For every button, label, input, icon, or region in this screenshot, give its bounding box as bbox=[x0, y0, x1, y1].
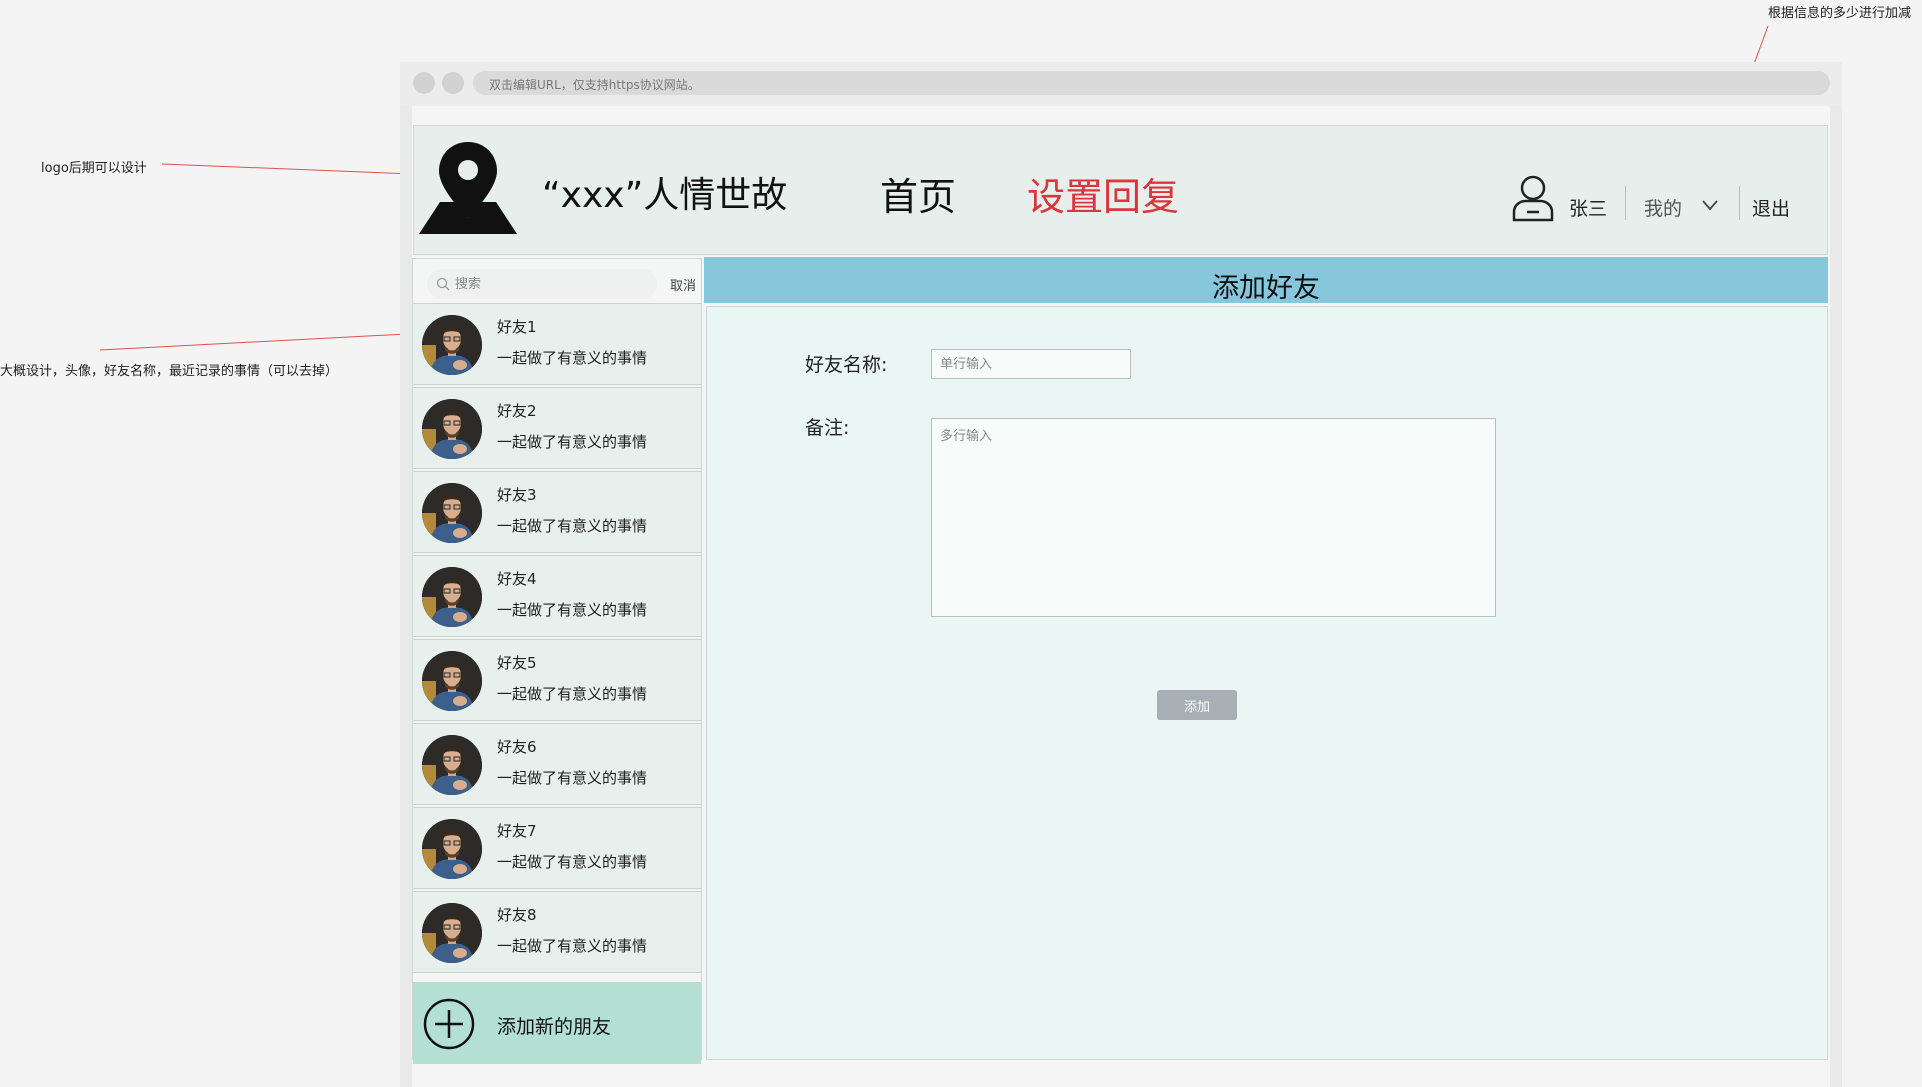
friend-name: 好友2 bbox=[497, 402, 537, 420]
nav-reply-settings[interactable]: 设置回复 bbox=[1027, 166, 1179, 221]
friend-name: 好友3 bbox=[497, 486, 537, 504]
add-new-friend-button[interactable]: 添加新的朋友 bbox=[413, 982, 701, 1064]
friend-last-event: 一起做了有意义的事情 bbox=[497, 601, 648, 619]
friend-last-event: 一起做了有意义的事情 bbox=[497, 433, 648, 451]
friend-name: 好友7 bbox=[497, 822, 537, 840]
main-title-bar: 添加好友 bbox=[704, 257, 1828, 304]
annotation-list-note: 大概设计，头像，好友名称，最近记录的事情（可以去掉） bbox=[0, 364, 339, 379]
friend-list: 好友1 一起做了有意义的事情 好友2 一起做了有意义的事情 好友3 一起做了有意… bbox=[413, 303, 703, 975]
window-button-minimize[interactable] bbox=[442, 72, 464, 94]
friend-list-item[interactable]: 好友5 一起做了有意义的事情 bbox=[413, 639, 701, 721]
friend-name: 好友8 bbox=[497, 906, 537, 924]
user-icon[interactable] bbox=[1511, 174, 1555, 222]
friend-last-event: 一起做了有意义的事情 bbox=[497, 937, 648, 955]
page-content: “xxx”人情世故 首页 设置回复 张三 我的 退出 搜索 取消 好友1 一起做… bbox=[412, 106, 1830, 1087]
friend-last-event: 一起做了有意义的事情 bbox=[497, 853, 648, 871]
add-button[interactable]: 添加 bbox=[1157, 690, 1237, 720]
friend-name: 好友5 bbox=[497, 654, 537, 672]
user-name[interactable]: 张三 bbox=[1569, 194, 1607, 221]
add-new-friend-label: 添加新的朋友 bbox=[497, 1016, 612, 1038]
avatar bbox=[422, 903, 482, 963]
url-hint: 双击编辑URL，仅支持https协议网站。 bbox=[489, 78, 700, 92]
avatar bbox=[422, 819, 482, 879]
friend-list-item[interactable]: 好友1 一起做了有意义的事情 bbox=[413, 303, 701, 385]
friend-list-item[interactable]: 好友6 一起做了有意义的事情 bbox=[413, 723, 701, 805]
search-box[interactable] bbox=[427, 269, 657, 299]
search-input[interactable] bbox=[455, 275, 645, 293]
note-textarea[interactable] bbox=[931, 418, 1496, 617]
my-menu[interactable]: 我的 bbox=[1644, 194, 1682, 221]
annotation-top-note: 根据信息的多少进行加减 bbox=[1768, 6, 1912, 21]
window-button-close[interactable] bbox=[413, 72, 435, 94]
friend-name-input[interactable] bbox=[931, 349, 1131, 379]
friend-list-item[interactable]: 好友8 一起做了有意义的事情 bbox=[413, 891, 701, 973]
friend-last-event: 一起做了有意义的事情 bbox=[497, 349, 648, 367]
header-divider bbox=[1625, 186, 1626, 220]
page-title: 添加好友 bbox=[1212, 273, 1320, 304]
avatar bbox=[422, 315, 482, 375]
map-pin-icon bbox=[419, 142, 517, 234]
friend-last-event: 一起做了有意义的事情 bbox=[497, 769, 648, 787]
friend-list-item[interactable]: 好友2 一起做了有意义的事情 bbox=[413, 387, 701, 469]
friend-last-event: 一起做了有意义的事情 bbox=[497, 685, 648, 703]
nav-home[interactable]: 首页 bbox=[880, 166, 956, 221]
site-title: “xxx”人情世故 bbox=[542, 175, 788, 216]
avatar bbox=[422, 399, 482, 459]
avatar bbox=[422, 567, 482, 627]
note-label: 备注: bbox=[805, 417, 850, 439]
search-icon bbox=[436, 277, 450, 291]
friend-list-item[interactable]: 好友3 一起做了有意义的事情 bbox=[413, 471, 701, 553]
add-friend-form: 好友名称: 备注: 添加 bbox=[706, 306, 1828, 1060]
friend-name-label: 好友名称: bbox=[805, 354, 888, 376]
annotation-logo-note: logo后期可以设计 bbox=[41, 161, 147, 176]
avatar bbox=[422, 735, 482, 795]
friend-name: 好友4 bbox=[497, 570, 537, 588]
chevron-down-icon[interactable] bbox=[1701, 198, 1719, 212]
logout-link[interactable]: 退出 bbox=[1752, 194, 1790, 221]
avatar bbox=[422, 651, 482, 711]
friend-name: 好友1 bbox=[497, 318, 537, 336]
browser-window: 双击编辑URL，仅支持https协议网站。 “xxx”人情世故 首页 设置回复 … bbox=[400, 62, 1842, 1087]
friend-last-event: 一起做了有意义的事情 bbox=[497, 517, 648, 535]
friend-list-item[interactable]: 好友7 一起做了有意义的事情 bbox=[413, 807, 701, 889]
friend-list-item[interactable]: 好友4 一起做了有意义的事情 bbox=[413, 555, 701, 637]
friend-sidebar: 取消 好友1 一起做了有意义的事情 bbox=[412, 258, 703, 1064]
header-divider bbox=[1739, 186, 1740, 220]
plus-circle-icon bbox=[423, 998, 475, 1050]
friend-name: 好友6 bbox=[497, 738, 537, 756]
avatar bbox=[422, 483, 482, 543]
browser-titlebar: 双击编辑URL，仅支持https协议网站。 bbox=[400, 62, 1842, 106]
cancel-button[interactable]: 取消 bbox=[670, 275, 696, 294]
site-header: “xxx”人情世故 首页 设置回复 张三 我的 退出 bbox=[413, 125, 1828, 255]
url-bar[interactable]: 双击编辑URL，仅支持https协议网站。 bbox=[473, 71, 1830, 95]
